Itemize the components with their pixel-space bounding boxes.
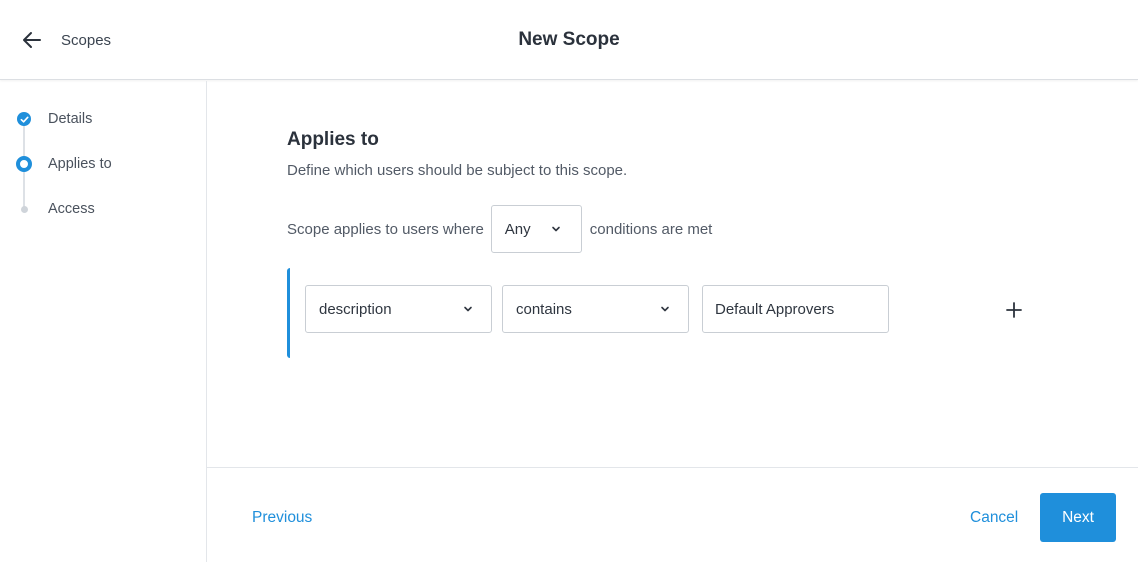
ring-icon [15,155,33,173]
plus-icon [1006,302,1022,318]
main-content: Applies to Define which users should be … [207,81,1138,467]
match-rule-row: Scope applies to users where Any conditi… [287,205,712,253]
step-label: Access [48,201,95,217]
step-label: Details [48,111,93,127]
footer-bar: Previous Cancel Next [207,467,1138,562]
condition-operator-select[interactable]: contains [502,285,689,333]
rule-suffix-text: conditions are met [589,220,713,238]
condition-operator-value: contains [516,300,572,318]
match-type-value: Any [504,220,531,238]
cancel-button[interactable]: Cancel [970,509,1018,527]
add-condition-button[interactable] [1003,299,1025,321]
condition-row: description contains [287,268,1027,358]
stepper-sidebar: Details Applies to Access [0,81,207,562]
step-access[interactable]: Access [0,197,206,221]
dot-icon [15,200,33,218]
step-details[interactable]: Details [0,107,206,131]
condition-value-input[interactable] [702,285,889,333]
chevron-down-icon [464,306,472,312]
condition-field-value: description [319,300,392,318]
chevron-down-icon [661,306,669,312]
check-circle-icon [15,110,33,128]
page-title: New Scope [518,29,620,50]
condition-field-select[interactable]: description [305,285,492,333]
section-description: Define which users should be subject to … [287,162,628,179]
step-applies-to[interactable]: Applies to [0,152,206,176]
previous-button[interactable]: Previous [252,509,312,527]
header-bar: Scopes New Scope [0,0,1138,80]
chevron-down-icon [551,226,560,232]
next-button[interactable]: Next [1040,493,1116,542]
step-label: Applies to [48,156,112,172]
section-title: Applies to [287,129,379,150]
rule-prefix-text: Scope applies to users where [287,220,484,238]
match-type-select[interactable]: Any [490,205,582,253]
